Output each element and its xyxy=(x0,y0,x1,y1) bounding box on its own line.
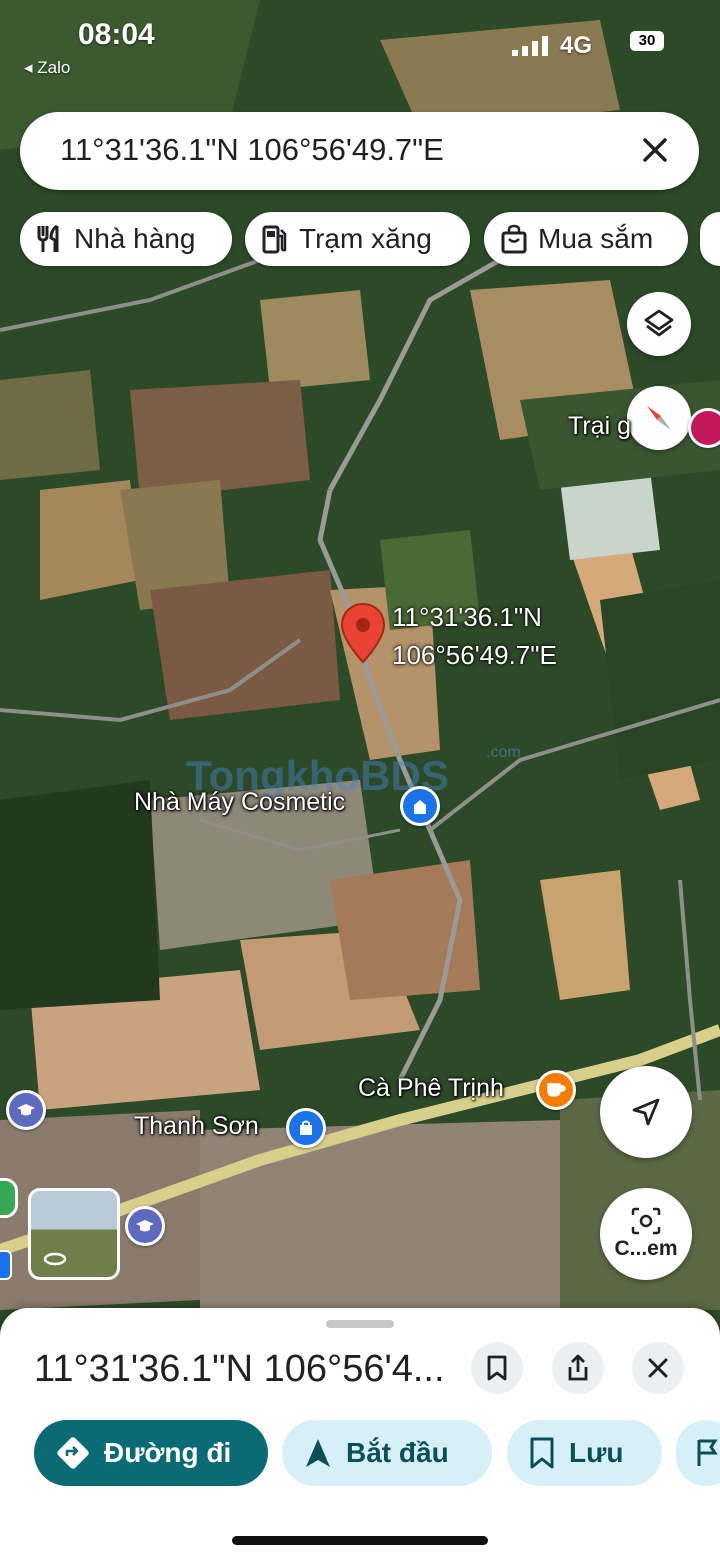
chip-gas-stations[interactable]: Trạm xăng xyxy=(245,212,470,266)
pin-longitude: 106°56'49.7"E xyxy=(392,640,557,670)
street-view-thumbnail[interactable] xyxy=(28,1188,120,1280)
home-indicator[interactable] xyxy=(232,1536,488,1545)
chip-shopping[interactable]: Mua sắm xyxy=(484,212,688,266)
save-action-button[interactable]: Lưu xyxy=(507,1420,662,1486)
signal-icon xyxy=(512,36,548,56)
school-icon[interactable] xyxy=(6,1090,46,1130)
save-button[interactable] xyxy=(471,1342,523,1394)
network-type: 4G xyxy=(560,32,593,59)
more-actions-button[interactable] xyxy=(676,1420,720,1486)
chip-more[interactable] xyxy=(700,212,720,266)
compass-icon xyxy=(647,406,671,430)
chip-label: Trạm xăng xyxy=(299,223,432,254)
factory-poi-icon[interactable] xyxy=(400,786,440,826)
share-button[interactable] xyxy=(552,1342,604,1394)
bookmark-icon xyxy=(530,1437,554,1469)
pin-coordinates-label: 11°31'36.1"N 106°56'49.7"E xyxy=(392,598,557,674)
map-label-town[interactable]: Thanh Sơn xyxy=(134,1112,259,1141)
navigation-arrow-icon xyxy=(306,1439,330,1467)
directions-button[interactable]: Đường đi xyxy=(34,1420,268,1486)
compass-button[interactable] xyxy=(627,386,691,450)
start-label: Bắt đầu xyxy=(346,1437,449,1468)
pin-latitude: 11°31'36.1"N xyxy=(392,602,542,632)
status-bar: 08:04 ◂ Zalo 4G 30 xyxy=(0,0,720,80)
watermark-domain: .com xyxy=(486,744,521,761)
bookmark-icon xyxy=(487,1355,507,1381)
layers-icon xyxy=(644,309,674,337)
lens-label: C...em xyxy=(614,1237,678,1260)
directions-label: Đường đi xyxy=(104,1437,232,1468)
search-bar[interactable]: 11°31'36.1"N 106°56'49.7"E xyxy=(20,112,699,190)
search-query[interactable]: 11°31'36.1"N 106°56'49.7"E xyxy=(60,132,444,168)
close-icon[interactable] xyxy=(635,130,675,170)
map-label-factory[interactable]: Nhà Máy Cosmetic xyxy=(134,788,345,817)
chip-restaurants[interactable]: Nhà hàng xyxy=(20,212,232,266)
school-icon[interactable] xyxy=(125,1206,165,1246)
layers-button[interactable] xyxy=(627,292,691,356)
shopping-poi-icon[interactable] xyxy=(286,1108,326,1148)
place-title: 11°31'36.1"N 106°56'4... xyxy=(34,1348,445,1390)
my-location-button[interactable] xyxy=(600,1066,692,1158)
flag-icon xyxy=(697,1439,718,1466)
chip-label: Mua sắm xyxy=(538,223,654,254)
lens-button[interactable]: C...em xyxy=(600,1188,692,1280)
camera-search-icon xyxy=(631,1207,661,1235)
navigation-icon xyxy=(632,1098,660,1126)
location-pin-icon[interactable] xyxy=(340,602,386,664)
cafe-icon[interactable] xyxy=(536,1070,576,1110)
poi-marker-icon[interactable] xyxy=(0,1250,12,1280)
gas-station-icon xyxy=(262,225,287,254)
chip-label: Nhà hàng xyxy=(74,223,196,254)
status-time: 08:04 xyxy=(78,18,155,51)
share-icon xyxy=(568,1354,588,1381)
restaurant-icon xyxy=(37,224,59,252)
close-sheet-button[interactable] xyxy=(632,1342,684,1394)
map-label-cafe[interactable]: Cà Phê Trịnh xyxy=(358,1074,504,1103)
close-icon xyxy=(648,1358,668,1378)
poi-marker-icon[interactable] xyxy=(688,408,720,448)
save-label: Lưu xyxy=(569,1437,624,1468)
place-bottom-sheet: 11°31'36.1"N 106°56'4... Đường đi Bắt đầ… xyxy=(0,1308,720,1557)
rotate-360-icon xyxy=(43,1252,67,1266)
poi-marker-icon[interactable] xyxy=(0,1178,18,1218)
map-label-trai[interactable]: Trại g xyxy=(568,412,631,441)
battery-icon: 30 xyxy=(630,31,664,51)
directions-icon xyxy=(57,1437,89,1469)
drag-handle[interactable] xyxy=(326,1320,394,1328)
start-button[interactable]: Bắt đầu xyxy=(282,1420,492,1486)
back-to-app-link[interactable]: ◂ Zalo xyxy=(24,58,70,78)
shopping-bag-icon xyxy=(501,224,527,254)
